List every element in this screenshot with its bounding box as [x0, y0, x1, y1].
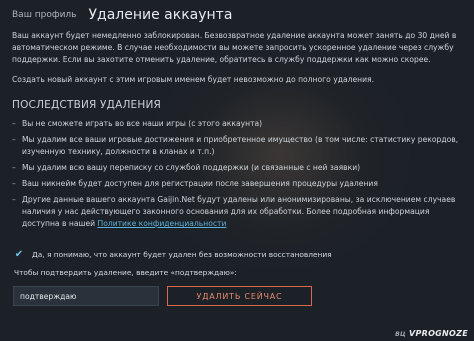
watermark-text: VPROGNOZE — [408, 329, 468, 338]
confirm-checkbox-row[interactable]: ✔ Да, я понимаю, что аккаунт будет удале… — [14, 249, 332, 260]
intro-text: Ваш аккаунт будет немедленно заблокирова… — [12, 31, 457, 64]
consequence-item: Мы удалим всю вашу переписку со службой … — [12, 162, 462, 174]
privacy-policy-link[interactable]: Политике конфиденциальности — [97, 219, 226, 228]
main-content: Ваш аккаунт будет немедленно заблокирова… — [12, 30, 462, 234]
info-text: Создать новый аккаунт с этим игровым име… — [12, 75, 375, 84]
consequence-item-text: Другие данные вашего аккаунта Gaijin.Net… — [22, 195, 456, 228]
consequence-item: Ваш никнейм будет доступен для регистрац… — [12, 178, 462, 190]
confirm-checkbox-label: Да, я понимаю, что аккаунт будет удален … — [32, 249, 332, 259]
consequence-item: Мы удалим все ваши игровые достижения и … — [12, 134, 462, 158]
checkmark-icon[interactable]: ✔ — [14, 249, 24, 260]
confirm-input[interactable] — [13, 286, 159, 306]
top-bar: Ваш профиль Удаление аккаунта — [0, 0, 474, 30]
page-title: Удаление аккаунта — [88, 7, 233, 23]
consequences-heading: ПОСЛЕДСТВИЯ УДАЛЕНИЯ — [12, 99, 162, 111]
consequences-list: Вы не сможете играть во все наши игры (с… — [12, 118, 462, 230]
watermark-prefix: ВЦ — [395, 331, 406, 338]
watermark-logo: ВЦ VPROGNOZE — [395, 329, 468, 338]
consequence-item-last: Другие данные вашего аккаунта Gaijin.Net… — [12, 194, 462, 230]
delete-now-button[interactable]: Удалить сейчас — [167, 286, 312, 306]
breadcrumb-profile[interactable]: Ваш профиль — [12, 10, 77, 20]
confirm-prompt: Чтобы подтвердить удаление, введите «под… — [14, 268, 237, 277]
consequence-item: Вы не сможете играть во все наши игры (с… — [12, 118, 462, 130]
